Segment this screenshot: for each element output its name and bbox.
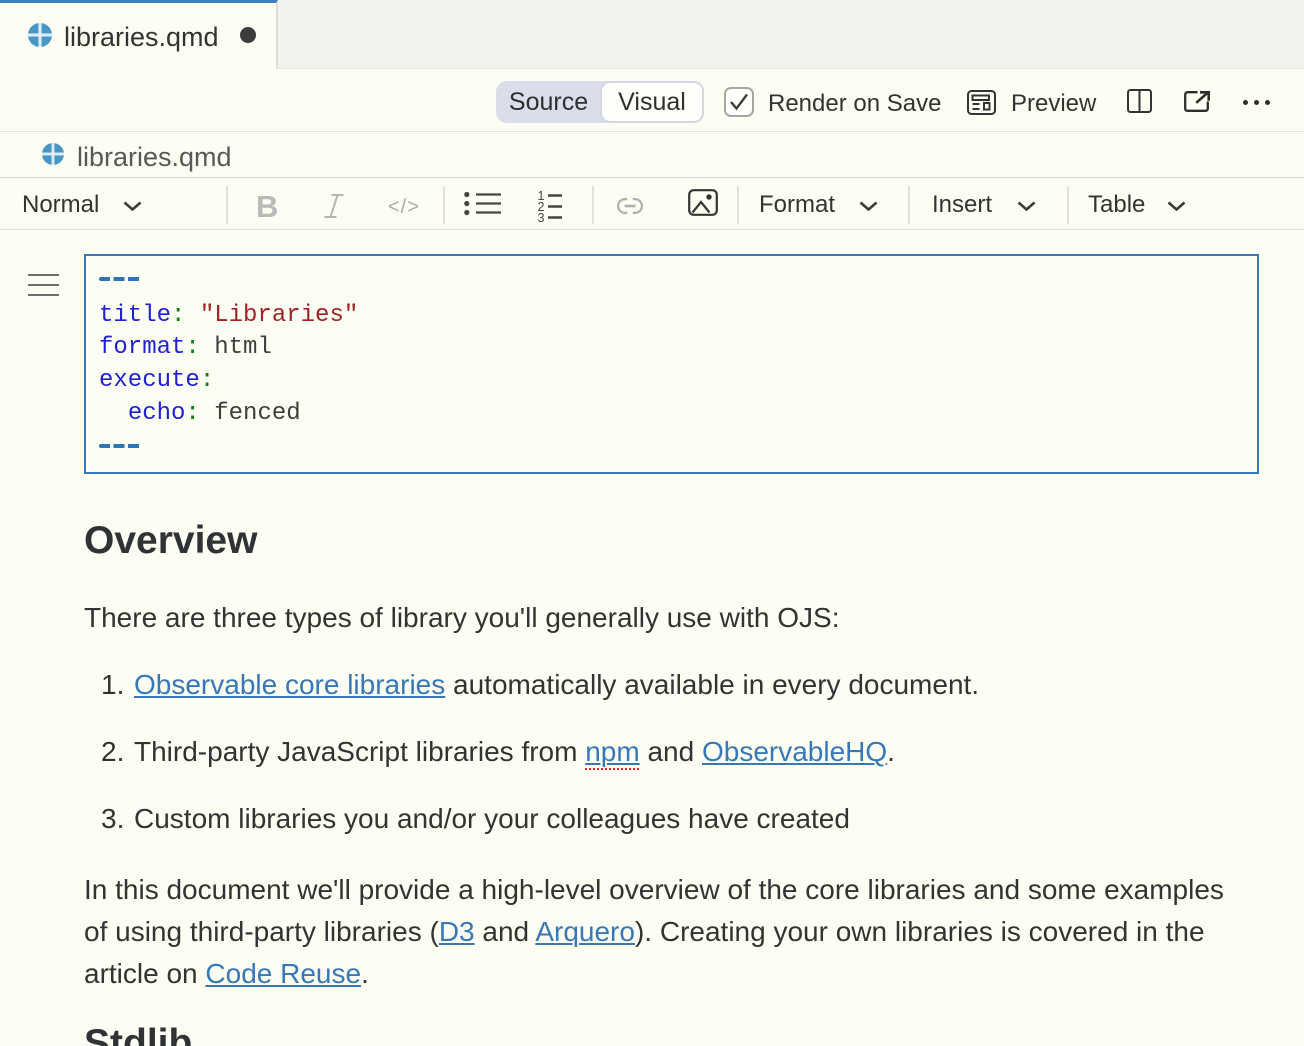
svg-text:3: 3	[538, 211, 545, 223]
